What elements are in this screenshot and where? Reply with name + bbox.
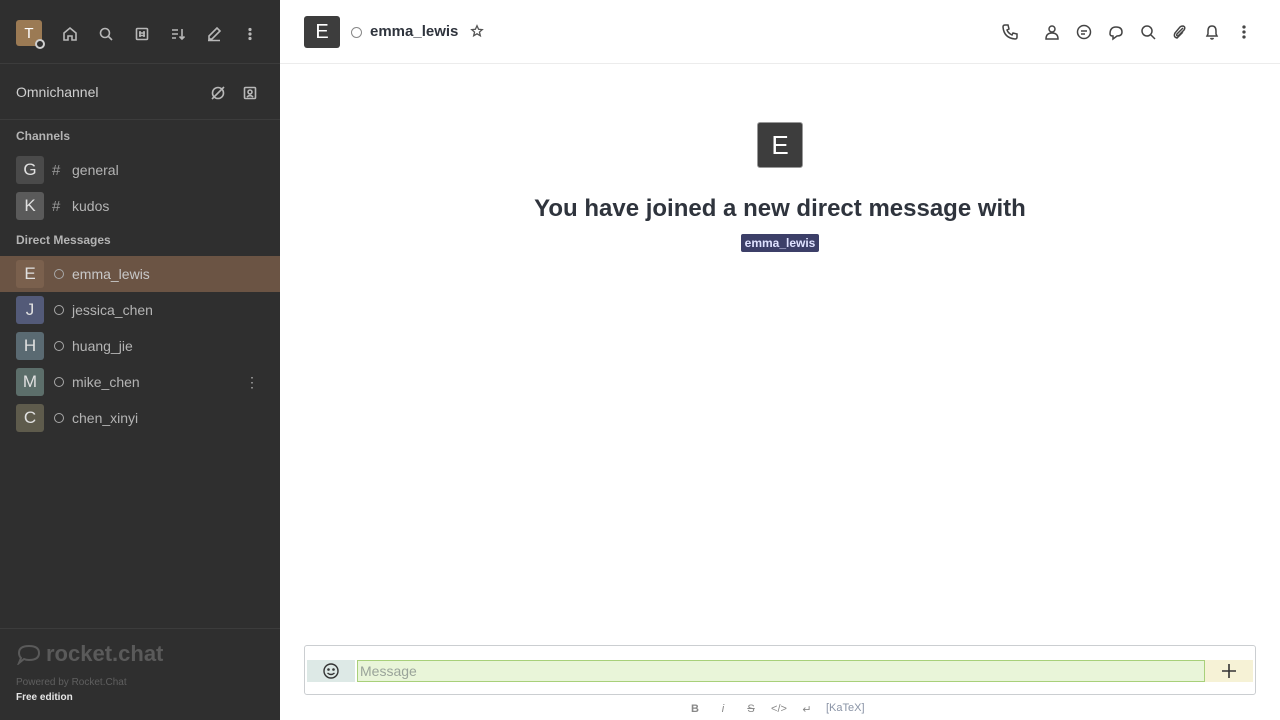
room-avatar: H xyxy=(16,332,44,360)
kebab-menu-icon xyxy=(1242,25,1246,39)
offline-status-icon xyxy=(54,269,64,279)
emoji-picker-button[interactable] xyxy=(307,660,355,682)
omnichannel-availability-button[interactable] xyxy=(204,79,232,107)
search-button[interactable] xyxy=(92,20,120,48)
message-input[interactable] xyxy=(357,660,1205,682)
sort-icon xyxy=(172,29,186,41)
room-label: huang_jie xyxy=(72,338,133,354)
omnichannel-label: Omnichannel xyxy=(16,84,99,100)
offline-status-icon xyxy=(54,413,64,423)
offline-status-icon xyxy=(54,305,64,315)
phone-icon xyxy=(1002,24,1018,40)
welcome-message: You have joined a new direct message wit… xyxy=(534,195,1026,222)
channels-section-title: Channels xyxy=(16,129,71,143)
omnichannel-contact-center-button[interactable] xyxy=(236,79,264,107)
user-status-icon xyxy=(35,39,45,49)
room-header: E emma_lewis xyxy=(280,0,1280,64)
bell-icon xyxy=(1205,25,1219,40)
bold-button[interactable]: B xyxy=(686,700,704,718)
paperclip-icon xyxy=(1173,25,1186,39)
files-button[interactable] xyxy=(1168,20,1192,44)
call-button[interactable] xyxy=(998,20,1022,44)
room-label: general xyxy=(72,162,119,178)
favorite-button[interactable] xyxy=(470,24,486,40)
direct-messages-section-title: Direct Messages xyxy=(16,233,111,247)
search-messages-button[interactable] xyxy=(1136,20,1160,44)
message-composer xyxy=(304,645,1256,695)
create-new-button[interactable] xyxy=(200,20,228,48)
rocket-chat-logo-icon xyxy=(17,644,41,665)
katex-link[interactable]: [KaTeX] xyxy=(826,702,865,714)
hash-icon: # xyxy=(52,197,61,215)
offline-status-icon xyxy=(54,377,64,387)
sidebar: T Omnichannel Channels G # general K # k… xyxy=(0,0,280,720)
chat-off-icon xyxy=(211,86,225,100)
directory-button[interactable] xyxy=(128,20,156,48)
room-menu-kebab-icon[interactable]: ⋮ xyxy=(242,372,262,392)
sidebar-item-kudos[interactable]: K # kudos xyxy=(0,188,280,224)
edition-link[interactable]: Free edition xyxy=(16,692,73,703)
directory-icon xyxy=(135,27,149,41)
multiline-button[interactable]: ↵ xyxy=(798,700,816,718)
italic-button[interactable]: i xyxy=(714,700,732,718)
sidebar-item-chen-xinyi[interactable]: C chen_xinyi xyxy=(0,400,280,436)
plus-icon xyxy=(1222,664,1236,678)
sidebar-footer: rocket.chat Powered by Rocket.Chat Free … xyxy=(0,628,280,720)
powered-by-text: Powered by Rocket.Chat xyxy=(16,677,127,688)
composer-actions-button[interactable] xyxy=(1205,660,1253,682)
contact-book-icon xyxy=(243,86,257,100)
emoji-icon xyxy=(323,663,339,679)
room-label: mike_chen xyxy=(72,374,140,390)
threads-button[interactable] xyxy=(1072,20,1096,44)
pencil-icon xyxy=(208,26,222,42)
room-avatar: K xyxy=(16,192,44,220)
search-icon xyxy=(1141,25,1156,40)
welcome-username-mention[interactable]: emma_lewis xyxy=(741,234,819,252)
search-icon xyxy=(99,27,113,41)
sidebar-topbar: T xyxy=(0,0,280,64)
discussions-button[interactable] xyxy=(1104,20,1128,44)
room-kebab-button[interactable] xyxy=(1232,20,1256,44)
sidebar-item-huang-jie[interactable]: H huang_jie xyxy=(0,328,280,364)
room-avatar: G xyxy=(16,156,44,184)
home-icon xyxy=(63,26,77,41)
star-icon xyxy=(470,24,484,38)
user-icon xyxy=(1045,25,1059,40)
sidebar-item-jessica-chen[interactable]: J jessica_chen xyxy=(0,292,280,328)
home-button[interactable] xyxy=(56,20,84,48)
room-avatar: C xyxy=(16,404,44,432)
room-title[interactable]: emma_lewis xyxy=(370,23,458,40)
user-info-button[interactable] xyxy=(1040,20,1064,44)
rocket-chat-logo[interactable]: rocket.chat xyxy=(16,641,163,667)
sort-button[interactable] xyxy=(164,20,192,48)
strike-button[interactable]: S xyxy=(742,700,760,718)
room-avatar: M xyxy=(16,368,44,396)
room-main: E emma_lewis E You have joined a new dir… xyxy=(280,0,1280,720)
sidebar-menu-button[interactable] xyxy=(236,20,264,48)
threads-icon xyxy=(1076,24,1092,40)
sidebar-item-mike-chen[interactable]: M mike_chen ⋮ xyxy=(0,364,280,400)
discussion-icon xyxy=(1109,26,1123,41)
room-label: jessica_chen xyxy=(72,302,153,318)
kebab-menu-icon xyxy=(248,27,252,41)
sidebar-item-general[interactable]: G # general xyxy=(0,152,280,188)
room-avatar: E xyxy=(16,260,44,288)
hash-icon: # xyxy=(52,161,61,179)
omnichannel-section: Omnichannel xyxy=(0,64,280,120)
user-avatar[interactable]: T xyxy=(16,20,45,49)
room-header-avatar[interactable]: E xyxy=(304,16,340,48)
room-label: emma_lewis xyxy=(72,266,150,282)
welcome-avatar: E xyxy=(757,122,803,168)
room-label: chen_xinyi xyxy=(72,410,139,426)
sidebar-item-emma-lewis[interactable]: E emma_lewis xyxy=(0,256,280,292)
offline-status-icon xyxy=(54,341,64,351)
room-avatar: J xyxy=(16,296,44,324)
offline-status-icon xyxy=(351,27,362,38)
room-label: kudos xyxy=(72,198,110,214)
code-button[interactable]: </> xyxy=(770,700,788,718)
notifications-button[interactable] xyxy=(1200,20,1224,44)
